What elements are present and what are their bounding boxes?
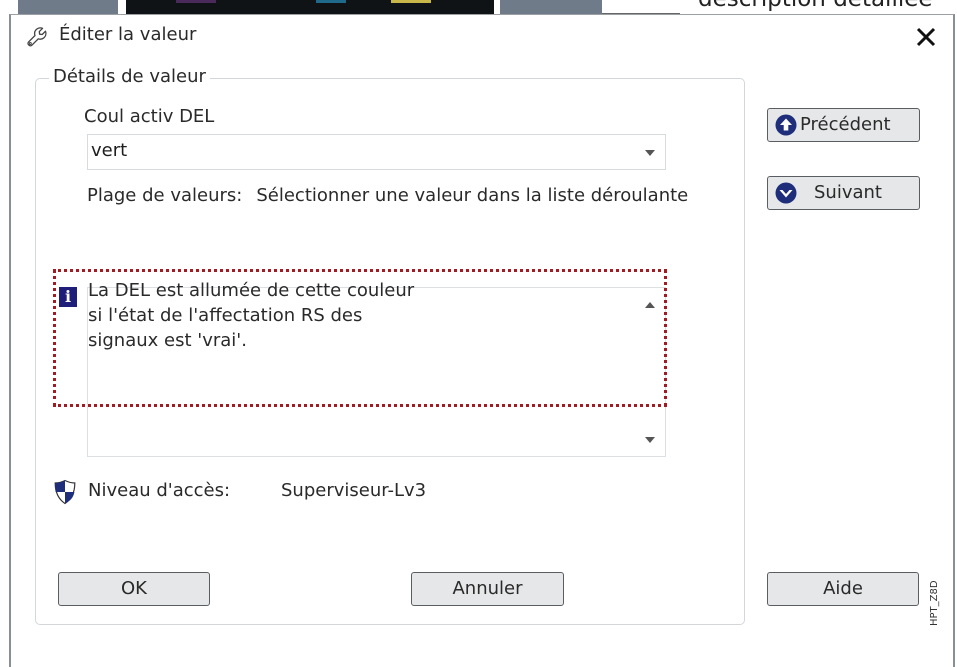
description-text: La DEL est allumée de cette couleur si l… xyxy=(88,278,628,353)
chevron-down-icon[interactable] xyxy=(645,150,655,156)
access-label: Niveau d'accès: xyxy=(88,480,231,501)
chevron-down-icon[interactable] xyxy=(645,437,655,443)
arrow-up-circle-icon xyxy=(775,114,797,136)
value-range-row: Plage de valeurs: Sélectionner une valeur… xyxy=(87,185,765,206)
dialog-title: Éditer la valeur xyxy=(59,24,197,45)
field-label: Coul activ DEL xyxy=(84,106,215,127)
arrow-down-circle-icon xyxy=(775,182,797,204)
background-window-strip xyxy=(0,0,680,14)
help-button[interactable]: Aide xyxy=(767,572,919,606)
previous-button[interactable]: Précédent xyxy=(767,108,920,142)
access-value: Superviseur-Lv3 xyxy=(281,480,427,501)
range-label: Plage de valeurs: xyxy=(87,185,243,206)
chevron-up-icon[interactable] xyxy=(645,302,655,308)
background-heading-text: description détaillée xyxy=(698,0,933,12)
dialog-titlebar: Éditer la valeur xyxy=(11,15,953,61)
description-box[interactable]: La DEL est allumée de cette couleur si l… xyxy=(87,280,666,457)
color-select[interactable]: vert xyxy=(87,134,666,170)
shield-icon xyxy=(54,479,76,505)
description-line: si l'état de l'affectation RS des xyxy=(88,305,363,326)
cancel-button[interactable]: Annuler xyxy=(411,572,564,606)
watermark-code: HPT_Z8D xyxy=(929,580,940,626)
background-panel-dark xyxy=(126,0,494,14)
info-icon: i xyxy=(59,287,77,307)
group-title: Détails de valeur xyxy=(49,66,210,87)
description-line: La DEL est allumée de cette couleur xyxy=(88,280,415,301)
background-panel-right xyxy=(500,0,602,14)
wrench-icon xyxy=(27,27,47,47)
next-label: Suivant xyxy=(814,182,882,203)
selected-value: vert xyxy=(91,140,128,161)
range-value: Sélectionner une valeur dans la liste dé… xyxy=(256,185,689,206)
ok-button[interactable]: OK xyxy=(58,572,210,606)
background-panel-left xyxy=(18,0,118,14)
description-line: signaux est 'vrai'. xyxy=(88,330,247,351)
close-icon[interactable] xyxy=(911,20,941,52)
next-button[interactable]: Suivant xyxy=(767,176,920,210)
previous-label: Précédent xyxy=(800,114,891,135)
